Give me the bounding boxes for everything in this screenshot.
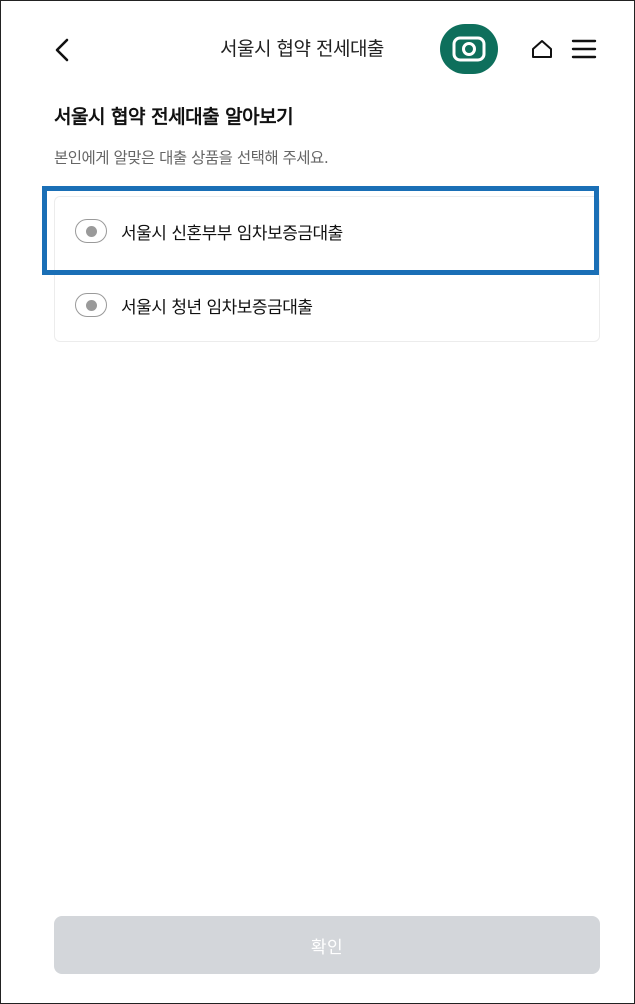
radio-dot-icon [85,225,97,237]
menu-button[interactable] [568,34,600,64]
hamburger-menu-icon [571,39,597,59]
loan-option-list: 서울시 신혼부부 임차보증금대출 서울시 청년 임차보증금대출 [54,196,600,342]
confirm-button-label: 확인 [310,937,344,958]
home-icon [532,40,552,58]
camera-button[interactable] [440,24,498,74]
camera-icon [452,36,486,62]
radio-button[interactable] [75,293,107,317]
header-title: 서울시 협약 전세대출 [220,38,384,60]
option-newlywed-loan[interactable]: 서울시 신혼부부 임차보증금대출 [75,211,343,251]
radio-dot-icon [85,299,97,311]
back-button[interactable] [44,30,80,70]
confirm-button[interactable]: 확인 [54,916,600,974]
radio-button[interactable] [75,219,107,243]
app-header: 서울시 협약 전세대출 [0,0,635,96]
home-button[interactable] [527,34,557,64]
page-title: 서울시 협약 전세대출 알아보기 [54,106,294,128]
page-subtitle: 본인에게 알맞은 대출 상품을 선택해 주세요. [54,149,329,167]
chevron-left-icon [55,38,69,62]
option-label: 서울시 청년 임차보증금대출 [121,297,313,318]
option-label: 서울시 신혼부부 임차보증금대출 [121,223,343,244]
option-youth-loan[interactable]: 서울시 청년 임차보증금대출 [75,285,313,325]
